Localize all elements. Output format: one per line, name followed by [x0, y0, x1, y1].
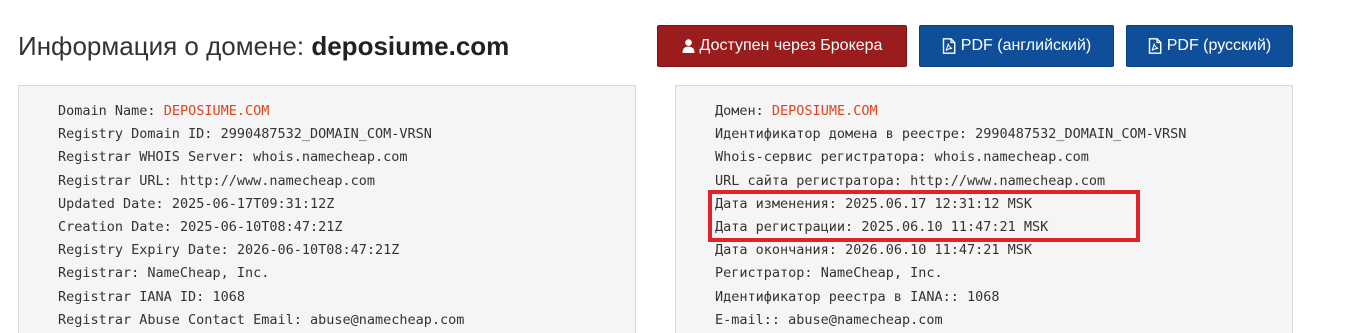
whois-line-whois-server: Registrar WHOIS Server: whois.namecheap.…	[58, 149, 408, 166]
whois-line-creation-date: Creation Date: 2025-06-10T08:47:21Z	[58, 218, 343, 235]
whois-ru-line-domain-id: Идентификатор домена в реестре: 29904875…	[715, 126, 1187, 143]
whois-ru-line-whois-server: Whois-сервис регистратора: whois.nameche…	[715, 149, 1089, 166]
pdf-russian-button-label: PDF (русский)	[1166, 37, 1272, 54]
whois-line-expiry-date: Registry Expiry Date: 2026-06-10T08:47:2…	[58, 242, 400, 259]
whois-ru-line-iana-id: Идентификатор реестра в IANA:: 1068	[715, 288, 1000, 305]
broker-button-label: Доступен через Брокера	[699, 37, 883, 54]
domain-name-value: DEPOSIUME.COM	[771, 103, 878, 119]
pdf-english-button[interactable]: PDF (английский)	[919, 25, 1114, 67]
pdf-russian-button[interactable]: PDF (русский)	[1126, 25, 1293, 67]
whois-english-panel: Domain Name: DEPOSIUME.COM Registry Doma…	[18, 85, 636, 333]
whois-line-registry-domain-id: Registry Domain ID: 2990487532_DOMAIN_CO…	[58, 126, 432, 143]
whois-line-registrar: Registrar: NameCheap, Inc.	[58, 265, 270, 282]
page-title-domain: deposiume.com	[311, 31, 510, 61]
whois-line-iana-id: Registrar IANA ID: 1068	[58, 288, 245, 305]
user-icon	[682, 39, 695, 53]
whois-line-registrar-url: Registrar URL: http://www.namecheap.com	[58, 172, 376, 189]
whois-line-updated-date: Updated Date: 2025-06-17T09:31:12Z	[58, 195, 335, 212]
page-title-prefix: Информация о домене:	[18, 31, 305, 61]
broker-button[interactable]: Доступен через Брокера	[657, 25, 907, 67]
file-pdf-icon	[1148, 38, 1162, 54]
whois-line-domain-name: Domain Name: DEPOSIUME.COM	[58, 103, 270, 119]
date-highlight-box	[708, 190, 1140, 242]
whois-ru-line-domain: Домен: DEPOSIUME.COM	[715, 103, 878, 119]
whois-line-abuse-email: Registrar Abuse Contact Email: abuse@nam…	[58, 311, 465, 328]
whois-ru-line-email: E-mail:: abuse@namecheap.com	[715, 311, 943, 328]
domain-name-value: DEPOSIUME.COM	[163, 103, 270, 119]
page-title: Информация о домене: deposiume.com	[18, 30, 509, 62]
whois-ru-line-registrar: Регистратор: NameCheap, Inc.	[715, 265, 943, 282]
pdf-english-button-label: PDF (английский)	[960, 37, 1092, 54]
file-pdf-icon	[942, 38, 956, 54]
whois-ru-line-expiry-date: Дата окончания: 2026.06.10 11:47:21 MSK	[715, 242, 1032, 259]
